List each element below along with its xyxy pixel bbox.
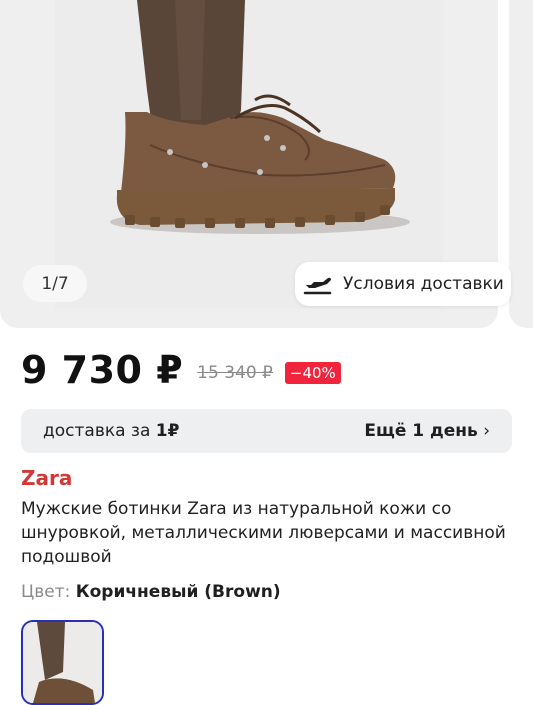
delivery-info-bar[interactable]: доставка за 1₽ Ещё 1 день › [21,409,512,453]
color-row: Цвет: Коричневый (Brown) [21,582,281,602]
swatch-thumbnail [23,622,102,703]
airplane-departure-icon [303,277,332,295]
current-price: 9 730 ₽ [21,348,184,392]
delivery-cost: доставка за 1₽ [43,421,179,441]
old-price: 15 340 ₽ [197,363,273,383]
color-value: Коричневый (Brown) [75,582,281,602]
gallery-next-card[interactable] [509,0,533,328]
delivery-terms-label: Условия доставки [343,274,504,294]
product-gallery[interactable]: 1/7 Условия доставки [0,0,533,330]
image-counter: 1/7 [23,265,87,302]
price-row: 9 730 ₽ 15 340 ₽ −40% [21,348,341,392]
delivery-prefix: доставка за [43,421,156,441]
delivery-more-link[interactable]: Ещё 1 день › [364,421,490,441]
chevron-right-icon: › [483,421,490,441]
product-title: Мужские ботинки Zara из натуральной кожи… [21,499,506,567]
delivery-more-label: Ещё 1 день [364,421,478,441]
discount-badge: −40% [284,362,341,384]
color-swatch-brown[interactable] [21,620,104,705]
brand-link[interactable]: Zara [21,466,72,490]
delivery-terms-button[interactable]: Условия доставки [295,262,511,306]
color-label: Цвет: [21,582,76,602]
delivery-price: 1₽ [155,421,180,441]
